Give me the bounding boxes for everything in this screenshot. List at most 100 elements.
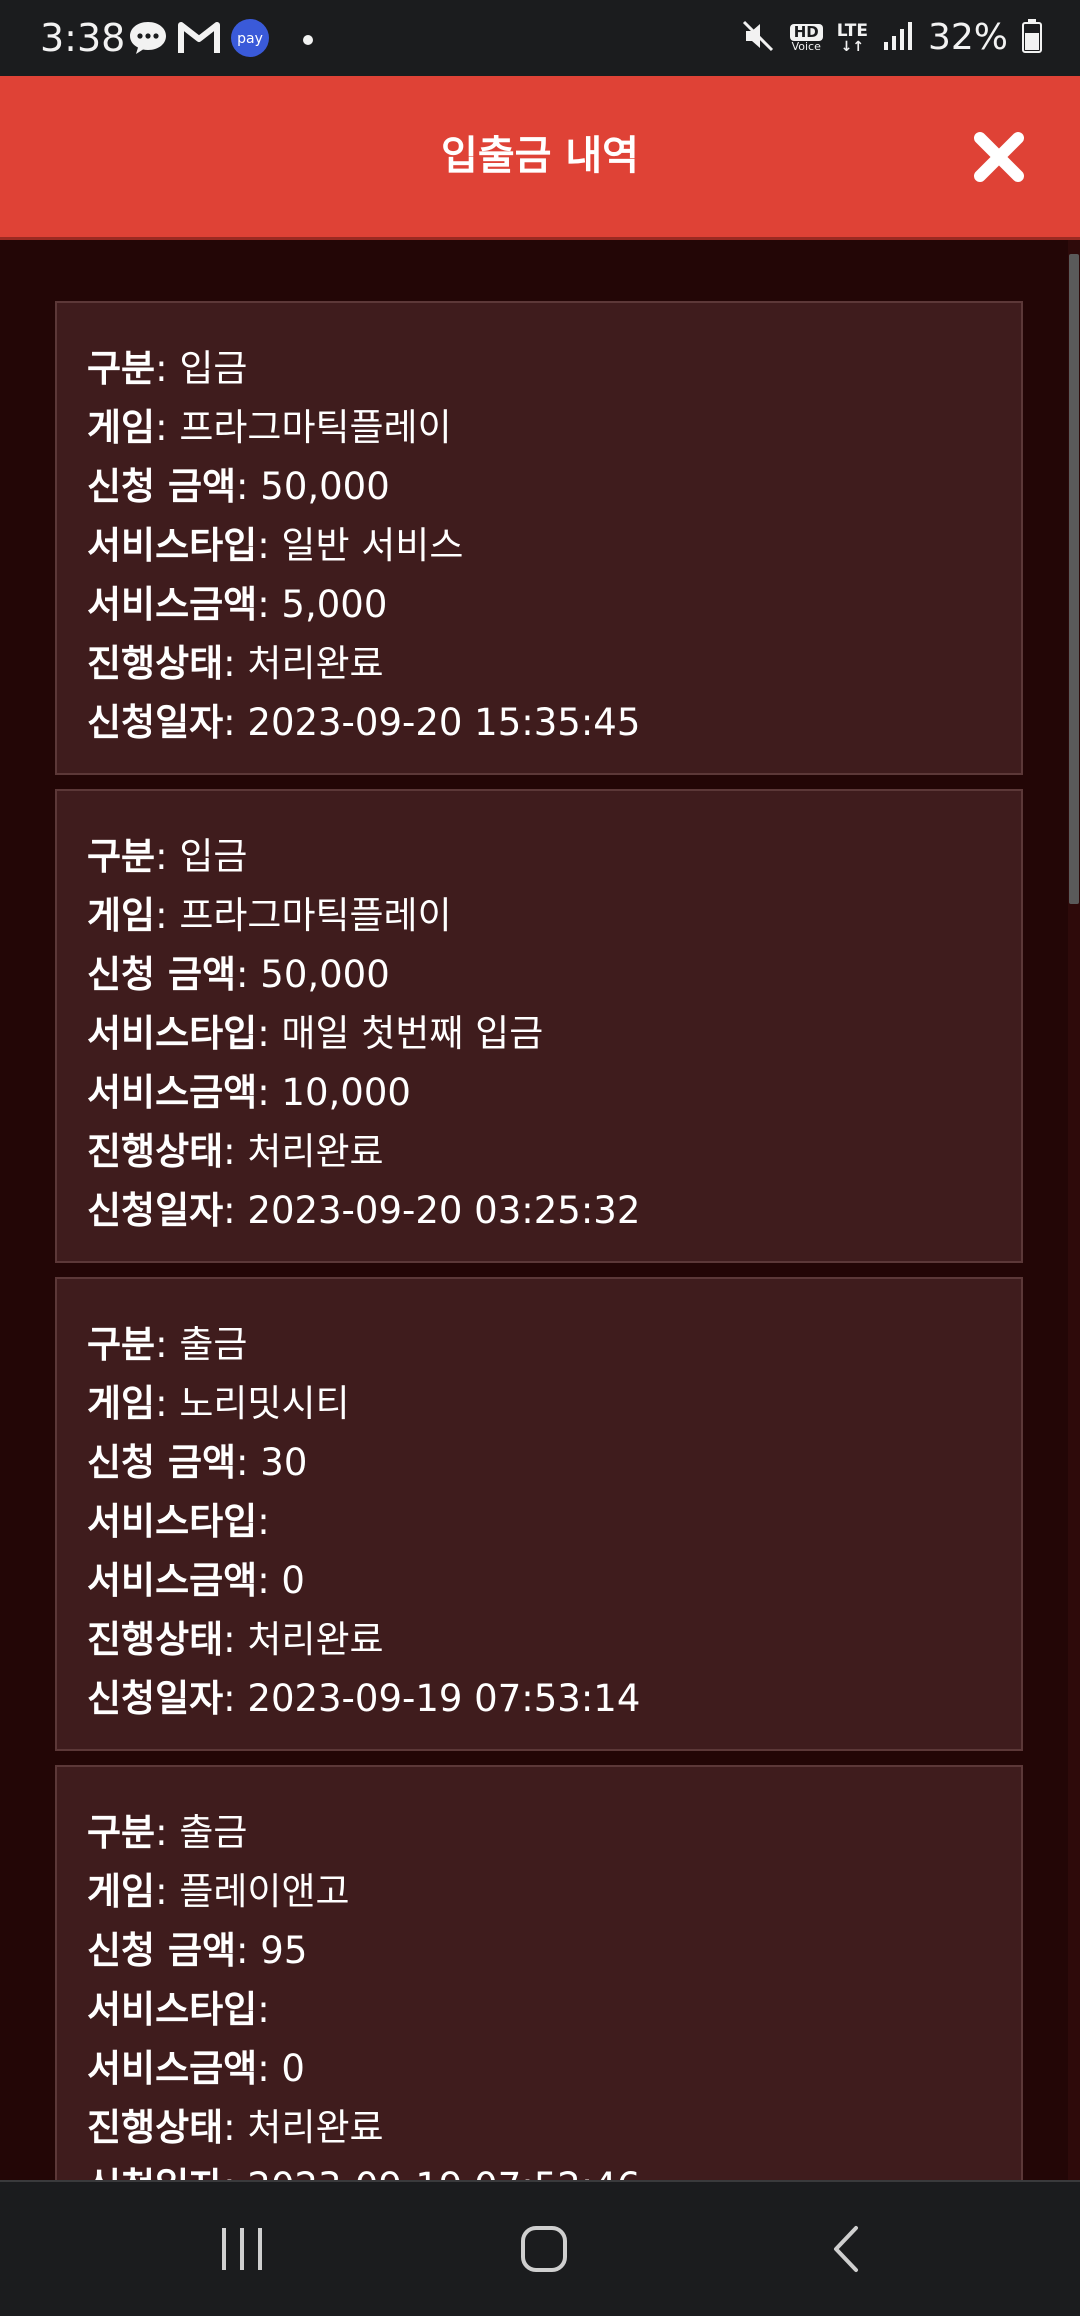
record-amount-row: 신청 금액: 50,000	[87, 945, 991, 1004]
amount-label: 신청 금액	[87, 1441, 237, 1484]
record-type-row: 구분: 출금	[87, 1803, 991, 1862]
service-type-label: 서비스타입	[87, 1988, 258, 2031]
service-amount-value: : 0	[257, 2047, 305, 2090]
record-date-row: 신청일자: 2023-09-19 07:52:46	[87, 2157, 991, 2180]
service-type-value: : 일반 서비스	[257, 524, 464, 567]
status-label: 진행상태	[87, 1130, 224, 1173]
transaction-card: 구분: 출금 게임: 노리밋시티 신청 금액: 30 서비스타입: 서비스금액:…	[55, 1277, 1023, 1751]
date-label: 신청일자	[87, 701, 224, 744]
record-service-type-row: 서비스타입: 매일 첫번째 입금	[87, 1004, 991, 1063]
scrollbar[interactable]	[1068, 240, 1080, 2180]
close-button[interactable]	[972, 130, 1026, 184]
service-type-label: 서비스타입	[87, 1012, 258, 1055]
battery-percent: 32%	[927, 17, 1008, 58]
close-icon	[974, 132, 1024, 182]
record-game-row: 게임: 프라그마틱플레이	[87, 398, 991, 457]
record-amount-row: 신청 금액: 30	[87, 1433, 991, 1492]
back-icon	[834, 2226, 858, 2272]
record-type-row: 구분: 입금	[87, 339, 991, 398]
signal-icon	[882, 20, 914, 56]
service-amount-value: : 10,000	[257, 1071, 411, 1114]
pay-icon: pay	[230, 18, 270, 62]
date-label: 신청일자	[87, 2165, 223, 2180]
date-value: : 2023-09-19 07:53:14	[223, 1677, 641, 1720]
service-type-value: :	[257, 1500, 270, 1543]
record-service-type-row: 서비스타입:	[87, 1980, 991, 2039]
service-amount-label: 서비스금액	[87, 2047, 258, 2090]
status-label: 진행상태	[87, 1618, 224, 1661]
phone-screen: 3:38 pay HD Voice LTE ↓↑ 32% 입출금 내역 구분: …	[0, 0, 1080, 2316]
record-status-row: 진행상태: 처리완료	[87, 2098, 991, 2157]
service-type-value: :	[257, 1988, 270, 2031]
game-value: : 플레이앤고	[155, 1870, 350, 1913]
amount-label: 신청 금액	[87, 1929, 237, 1972]
status-label: 진행상태	[87, 2106, 224, 2149]
transaction-list[interactable]: 구분: 입금 게임: 프라그마틱플레이 신청 금액: 50,000 서비스타입:…	[0, 240, 1068, 2180]
transaction-card: 구분: 출금 게임: 플레이앤고 신청 금액: 95 서비스타입: 서비스금액:…	[55, 1765, 1023, 2180]
type-label: 구분	[87, 835, 156, 878]
amount-label: 신청 금액	[87, 953, 237, 996]
lte-label: LTE	[836, 20, 868, 41]
record-date-row: 신청일자: 2023-09-20 03:25:32	[87, 1181, 991, 1240]
scroll-thumb[interactable]	[1069, 254, 1079, 904]
game-value: : 프라그마틱플레이	[155, 894, 452, 937]
status-value: : 처리완료	[223, 2106, 384, 2149]
type-label: 구분	[87, 347, 156, 390]
home-button[interactable]	[484, 2182, 604, 2316]
service-amount-label: 서비스금액	[87, 1071, 258, 1114]
chat-icon	[128, 20, 168, 60]
game-value: : 노리밋시티	[155, 1382, 350, 1425]
record-type-row: 구분: 출금	[87, 1315, 991, 1374]
lte-icon: LTE ↓↑	[836, 20, 868, 55]
gmail-icon	[178, 21, 220, 59]
service-type-label: 서비스타입	[87, 1500, 258, 1543]
record-amount-row: 신청 금액: 95	[87, 1921, 991, 1980]
type-label: 구분	[87, 1323, 156, 1366]
amount-value: : 95	[236, 1929, 308, 1972]
date-value: : 2023-09-20 15:35:45	[223, 701, 641, 744]
game-label: 게임	[87, 1870, 156, 1913]
status-value: : 처리완료	[223, 642, 384, 685]
transaction-card: 구분: 입금 게임: 프라그마틱플레이 신청 금액: 50,000 서비스타입:…	[55, 789, 1023, 1263]
mute-icon	[740, 18, 776, 58]
navigation-bar	[0, 2180, 1080, 2316]
date-label: 신청일자	[87, 1677, 224, 1720]
date-value: : 2023-09-19 07:52:46	[223, 2165, 640, 2180]
hd-label: HD	[789, 24, 823, 41]
system-status-icons: HD Voice LTE ↓↑ 32%	[740, 18, 1042, 58]
record-type-row: 구분: 입금	[87, 827, 991, 886]
record-status-row: 진행상태: 처리완료	[87, 634, 991, 693]
recent-apps-icon	[222, 2228, 262, 2270]
battery-icon	[1022, 19, 1042, 57]
status-bar: 3:38 pay HD Voice LTE ↓↑ 32%	[0, 0, 1080, 76]
hd-voice-icon: HD Voice	[789, 24, 823, 52]
service-amount-value: : 0	[257, 1559, 305, 1602]
record-status-row: 진행상태: 처리완료	[87, 1610, 991, 1669]
record-status-row: 진행상태: 처리완료	[87, 1122, 991, 1181]
game-value: : 프라그마틱플레이	[155, 406, 452, 449]
game-label: 게임	[87, 406, 156, 449]
dot-icon	[302, 31, 314, 50]
service-amount-label: 서비스금액	[87, 583, 258, 626]
record-game-row: 게임: 프라그마틱플레이	[87, 886, 991, 945]
record-date-row: 신청일자: 2023-09-20 15:35:45	[87, 693, 991, 752]
record-date-row: 신청일자: 2023-09-19 07:53:14	[87, 1669, 991, 1728]
amount-value: : 50,000	[236, 465, 390, 508]
record-service-type-row: 서비스타입:	[87, 1492, 991, 1551]
amount-value: : 50,000	[236, 953, 390, 996]
type-value: : 출금	[155, 1323, 248, 1366]
record-service-type-row: 서비스타입: 일반 서비스	[87, 516, 991, 575]
service-amount-label: 서비스금액	[87, 1559, 258, 1602]
type-value: : 입금	[155, 347, 248, 390]
page-title: 입출금 내역	[441, 133, 639, 179]
service-amount-value: : 5,000	[257, 583, 388, 626]
status-label: 진행상태	[87, 642, 224, 685]
status-value: : 처리완료	[223, 1130, 384, 1173]
notification-icons: pay	[128, 18, 314, 62]
amount-label: 신청 금액	[87, 465, 237, 508]
record-game-row: 게임: 플레이앤고	[87, 1862, 991, 1921]
service-type-label: 서비스타입	[87, 524, 258, 567]
back-button[interactable]	[786, 2182, 906, 2316]
status-value: : 처리완료	[223, 1618, 384, 1661]
recent-apps-button[interactable]	[182, 2182, 302, 2316]
